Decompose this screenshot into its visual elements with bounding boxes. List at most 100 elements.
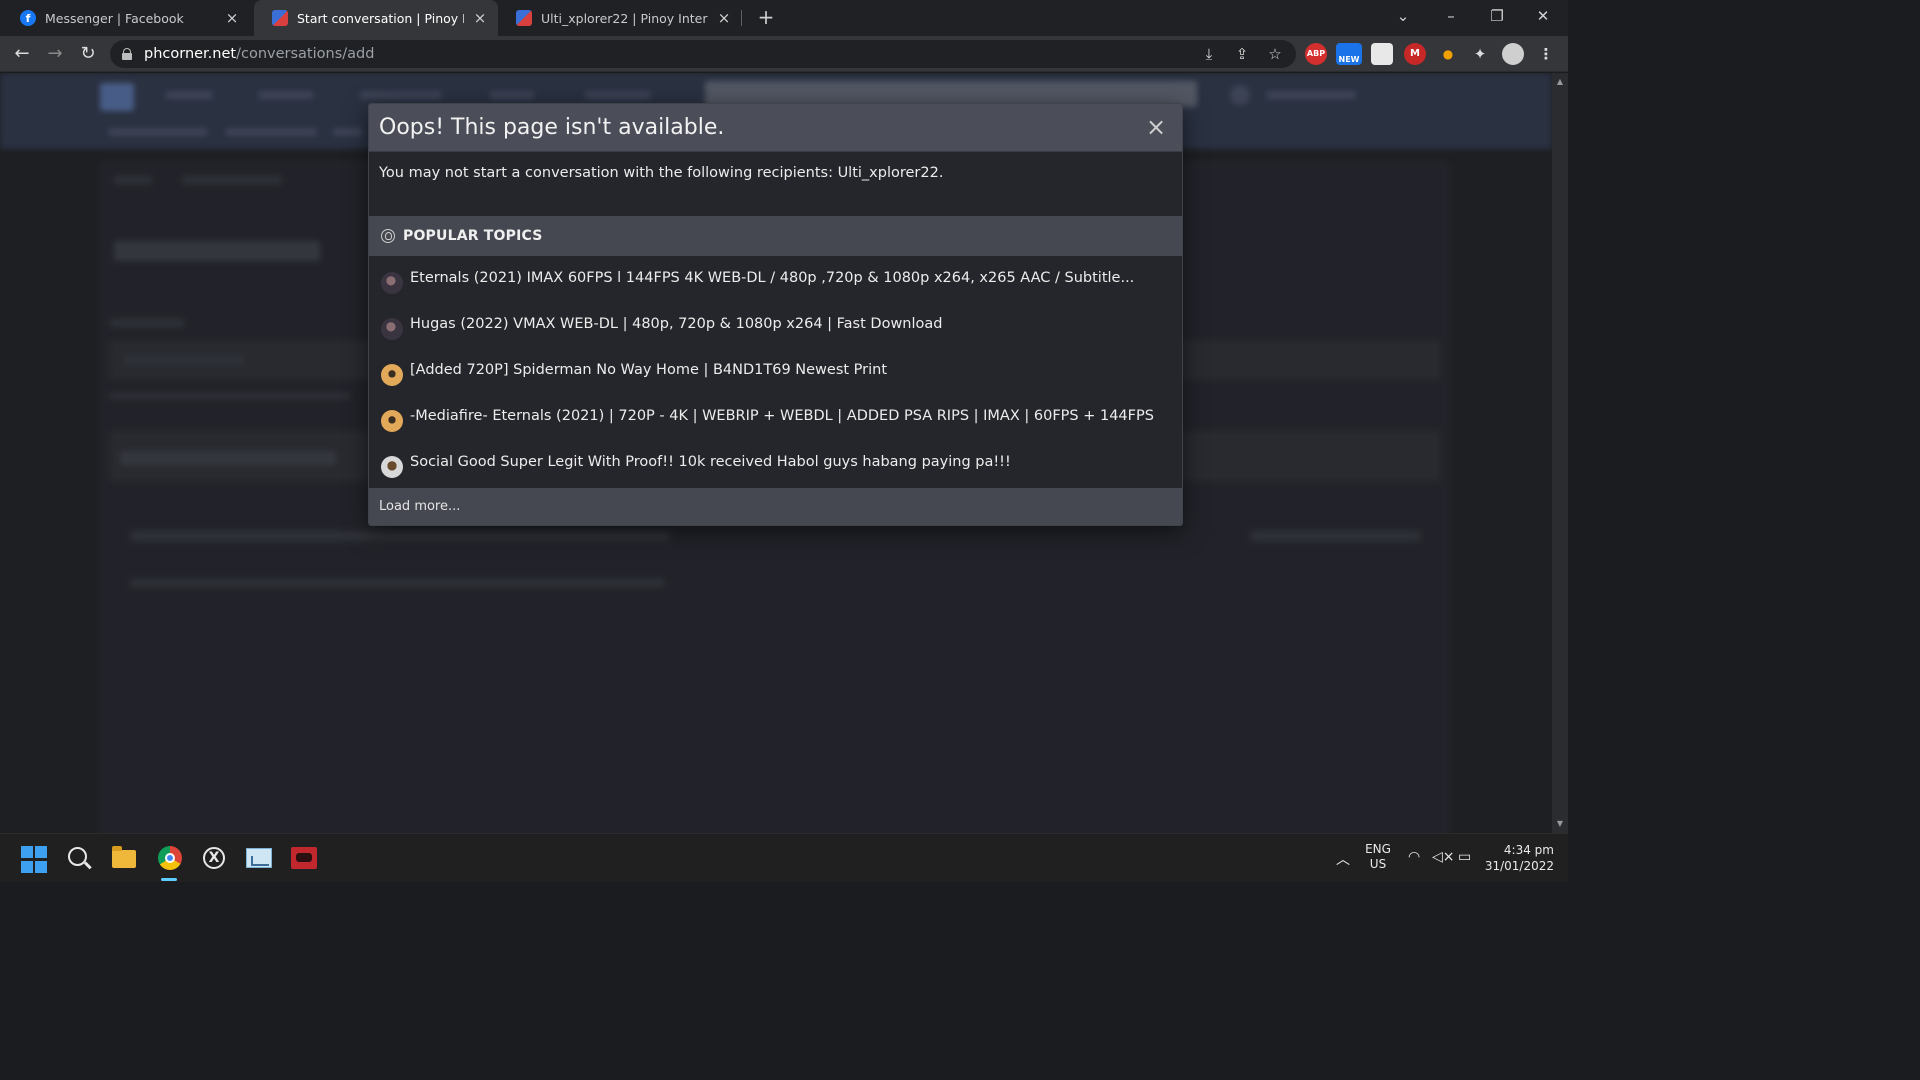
honey-extension-icon[interactable]: ● [1437,43,1459,65]
tab-search-icon[interactable]: ⌄ [1380,0,1426,32]
popular-topics-label: POPULAR TOPICS [403,228,543,244]
close-tab-icon[interactable]: × [716,10,732,26]
windows-taskbar: X ︿ ENG US ◠ ◁× ▭ 4:34 pm 31/01/2022 [0,833,1568,882]
phcorner-icon [272,10,288,26]
tab-title: Start conversation | Pinoy Interne [297,10,464,26]
game-app-icon[interactable] [290,844,318,872]
close-tab-icon[interactable]: × [224,10,240,26]
toolbar-ghost [130,531,670,541]
subnav-ghost [108,128,208,136]
scroll-up-icon[interactable]: ▲ [1552,75,1568,89]
bookmark-star-icon[interactable]: ☆ [1264,43,1286,65]
topic-title[interactable]: Eternals (2021) IMAX 60FPS l 144FPS 4K W… [410,270,1134,286]
lock-icon[interactable] [122,48,132,60]
hint-ghost [110,393,350,399]
scroll-down-icon[interactable]: ▼ [1552,817,1568,831]
site-logo [100,83,134,111]
clock-time: 4:34 pm [1503,843,1554,857]
url-path: /conversations/add [236,46,375,62]
title-text-ghost [120,451,336,465]
avatar[interactable] [381,318,403,340]
restore-icon[interactable]: ❐ [1474,0,1520,32]
list-item[interactable]: Eternals (2021) IMAX 60FPS l 144FPS 4K W… [369,256,1182,302]
volume-muted-icon[interactable]: ◁× [1432,849,1455,865]
new-badge-extension-icon[interactable]: NEW [1336,43,1362,65]
modal-header: Oops! This page isn't available. × [369,104,1182,152]
chevron-up-icon[interactable]: ︿ [1336,849,1350,869]
avatar[interactable] [381,364,403,386]
clock[interactable]: 4:34 pm 31/01/2022 [1484,834,1554,883]
tab-title: Ulti_xplorer22 | Pinoy Internet an [541,10,708,26]
language-code: ENG [1365,842,1391,856]
breadcrumb-ghost [182,176,282,184]
windows-start-icon[interactable] [21,846,49,874]
load-more-link[interactable]: Load more... [369,488,1182,525]
tab-messenger[interactable]: f Messenger | Facebook × [2,0,250,36]
toolbar-ghost [1250,531,1420,541]
active-app-indicator [161,878,177,881]
facebook-icon: f [20,10,36,26]
language-indicator[interactable]: ENG US [1362,834,1394,883]
topic-title[interactable]: -Mediafire- Eternals (2021) | 720P - 4K … [410,408,1154,424]
heading-ghost [114,241,320,261]
modal-title: Oops! This page isn't available. [379,115,725,140]
url-host: phcorner.net [144,46,237,62]
menu-kebab-icon[interactable]: ⋮ [1535,43,1557,65]
adblock-plus-icon[interactable]: ABP [1305,43,1327,65]
chrome-icon[interactable] [156,844,184,872]
tab-title: Messenger | Facebook [45,10,184,26]
avatar-ghost [1230,85,1250,105]
new-badge-label: NEW [1338,55,1360,64]
topic-title[interactable]: Social Good Super Legit With Proof!! 10k… [410,454,1011,470]
list-item[interactable]: [Added 720P] Spiderman No Way Home | B4N… [369,348,1182,394]
nav-ghost [360,91,442,99]
tab-start-conversation[interactable]: Start conversation | Pinoy Interne × [254,0,498,36]
avatar[interactable] [381,456,403,478]
topic-title[interactable]: [Added 720P] Spiderman No Way Home | B4N… [410,362,887,378]
breadcrumb-ghost [114,176,152,184]
nav-ghost [165,91,213,99]
popular-topics-list: Eternals (2021) IMAX 60FPS l 144FPS 4K W… [369,256,1182,486]
share-icon[interactable]: ⇪ [1231,43,1253,65]
nav-ghost [258,91,314,99]
extensions-puzzle-icon[interactable]: ✦ [1469,43,1491,65]
avatar[interactable] [381,272,403,294]
subnav-ghost [333,128,363,136]
close-window-icon[interactable]: ✕ [1520,0,1566,32]
list-item[interactable]: Social Good Super Legit With Proof!! 10k… [369,440,1182,486]
topic-title[interactable]: Hugas (2022) VMAX WEB-DL | 480p, 720p & … [410,316,943,332]
file-explorer-icon[interactable] [110,844,138,872]
username-ghost [1266,91,1356,99]
fire-icon [381,229,395,243]
label-ghost [110,319,184,327]
reader-extension-icon[interactable] [1371,43,1393,65]
adblock-label: ABP [1306,49,1326,58]
tab-separator [741,10,742,26]
xbox-icon[interactable]: X [200,844,228,872]
tab-ulti-xplorer[interactable]: Ulti_xplorer22 | Pinoy Internet an × [498,0,742,36]
photos-icon[interactable] [245,844,273,872]
forward-icon[interactable]: → [43,42,67,66]
address-bar[interactable]: phcorner.net/conversations/add ⤓ ⇪ ☆ [110,40,1296,68]
close-icon[interactable]: × [1144,115,1168,139]
popular-topics-header: POPULAR TOPICS [369,216,1182,256]
error-modal: Oops! This page isn't available. × You m… [368,103,1183,526]
install-icon[interactable]: ⤓ [1198,43,1220,65]
reload-icon[interactable]: ↻ [76,42,100,66]
profile-avatar[interactable] [1502,43,1524,65]
back-icon[interactable]: ← [10,42,34,66]
modal-message: You may not start a conversation with th… [379,165,944,181]
page-scrollbar[interactable]: ▲ ▼ [1552,73,1568,833]
minimize-icon[interactable]: – [1428,0,1474,32]
battery-icon[interactable]: ▭ [1458,849,1471,865]
avatar[interactable] [381,410,403,432]
list-item[interactable]: -Mediafire- Eternals (2021) | 720P - 4K … [369,394,1182,440]
new-tab-button[interactable]: + [754,6,778,30]
mega-extension-icon[interactable]: M [1404,43,1426,65]
search-icon[interactable] [65,844,93,872]
region-code: US [1369,857,1387,871]
list-item[interactable]: Hugas (2022) VMAX WEB-DL | 480p, 720p & … [369,302,1182,348]
wifi-icon[interactable]: ◠ [1408,849,1420,865]
subnav-ghost [225,128,317,136]
close-tab-icon[interactable]: × [472,10,488,26]
